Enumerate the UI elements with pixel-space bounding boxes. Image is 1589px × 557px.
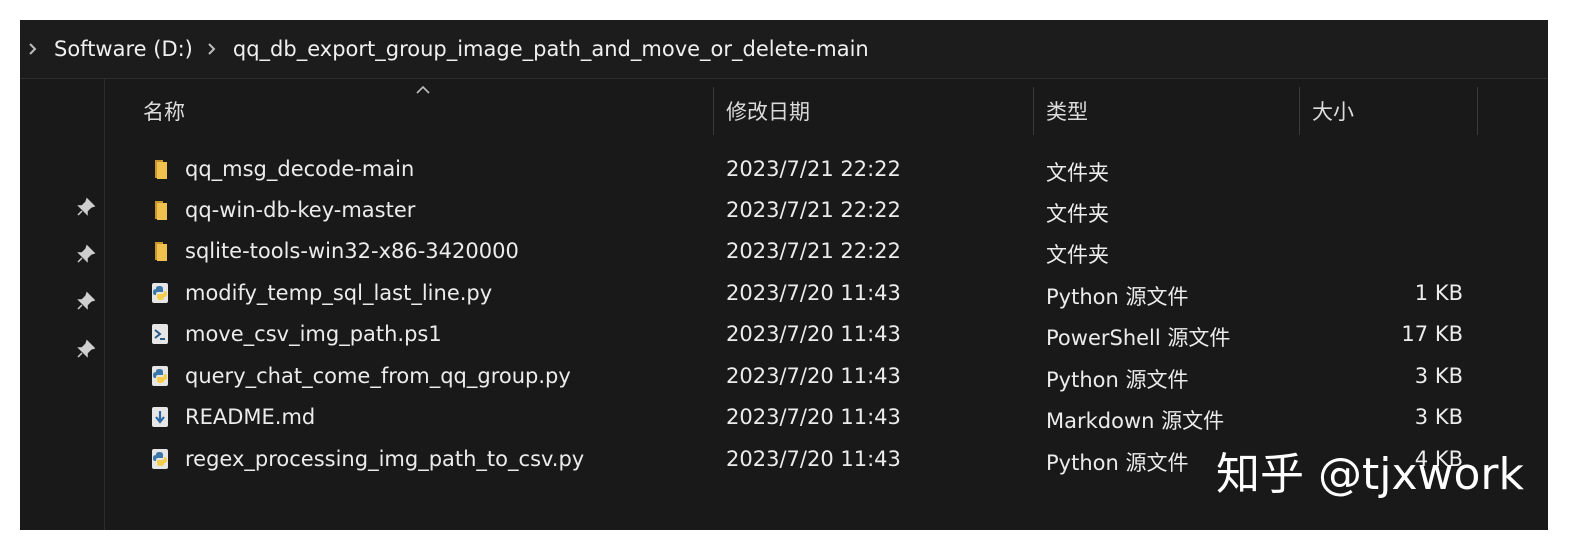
file-name: sqlite-tools-win32-x86-3420000 xyxy=(185,239,519,263)
chevron-right-icon[interactable] xyxy=(207,39,221,59)
file-row[interactable]: move_csv_img_path.ps1 2023/7/20 11:43 Po… xyxy=(105,314,1548,355)
file-type: Python 源文件 xyxy=(1046,368,1189,392)
column-header-row: 名称 修改日期 类型 大小 xyxy=(105,79,1548,137)
column-header-type[interactable]: 类型 xyxy=(1033,79,1299,137)
zhihu-watermark: 知乎 @tjxwork xyxy=(1216,449,1524,500)
folder-icon xyxy=(149,157,171,181)
file-type: 文件夹 xyxy=(1046,202,1109,226)
file-size: 3 KB xyxy=(1414,364,1463,388)
powershell-file-icon xyxy=(149,322,171,346)
file-row[interactable]: sqlite-tools-win32-x86-3420000 2023/7/21… xyxy=(105,231,1548,272)
file-type: 文件夹 xyxy=(1046,161,1109,185)
file-name: modify_temp_sql_last_line.py xyxy=(185,281,493,305)
file-name: qq-win-db-key-master xyxy=(185,198,416,222)
file-modified: 2023/7/20 11:43 xyxy=(726,405,901,429)
file-type: Python 源文件 xyxy=(1046,451,1189,475)
column-header-size[interactable]: 大小 xyxy=(1299,79,1477,137)
file-type: PowerShell 源文件 xyxy=(1046,326,1231,350)
folder-icon xyxy=(149,239,171,263)
file-type: Python 源文件 xyxy=(1046,285,1189,309)
file-modified: 2023/7/20 11:43 xyxy=(726,322,901,346)
column-divider[interactable] xyxy=(1477,87,1478,135)
pin-icon[interactable] xyxy=(76,244,96,264)
file-modified: 2023/7/20 11:43 xyxy=(726,281,901,305)
markdown-file-icon xyxy=(149,405,171,429)
column-header-name[interactable]: 名称 xyxy=(129,79,713,137)
file-modified: 2023/7/20 11:43 xyxy=(726,447,901,471)
navigation-pane xyxy=(20,79,105,530)
file-name: qq_msg_decode-main xyxy=(185,157,415,181)
file-name: query_chat_come_from_qq_group.py xyxy=(185,364,571,388)
file-explorer-window: Software (D:) qq_db_export_group_image_p… xyxy=(20,20,1548,530)
breadcrumb-folder[interactable]: qq_db_export_group_image_path_and_move_o… xyxy=(233,37,869,61)
chevron-right-icon[interactable] xyxy=(28,39,42,59)
file-name: move_csv_img_path.ps1 xyxy=(185,322,442,346)
file-name: regex_processing_img_path_to_csv.py xyxy=(185,447,585,471)
file-row[interactable]: qq_msg_decode-main 2023/7/21 22:22 文件夹 xyxy=(105,149,1548,190)
file-modified: 2023/7/21 22:22 xyxy=(726,198,901,222)
file-name: README.md xyxy=(185,405,316,429)
column-header-modified[interactable]: 修改日期 xyxy=(713,79,1033,137)
pin-icon[interactable] xyxy=(76,339,96,359)
file-size: 17 KB xyxy=(1401,322,1463,346)
file-row[interactable]: README.md 2023/7/20 11:43 Markdown 源文件 3… xyxy=(105,397,1548,438)
file-size: 1 KB xyxy=(1414,281,1463,305)
python-file-icon xyxy=(149,281,171,305)
python-file-icon xyxy=(149,364,171,388)
file-row[interactable]: qq-win-db-key-master 2023/7/21 22:22 文件夹 xyxy=(105,190,1548,231)
file-row[interactable]: modify_temp_sql_last_line.py 2023/7/20 1… xyxy=(105,273,1548,314)
folder-icon xyxy=(149,198,171,222)
file-type: Markdown 源文件 xyxy=(1046,409,1225,433)
python-file-icon xyxy=(149,447,171,471)
file-type: 文件夹 xyxy=(1046,243,1109,267)
file-modified: 2023/7/21 22:22 xyxy=(726,157,901,181)
file-modified: 2023/7/21 22:22 xyxy=(726,239,901,263)
pin-icon[interactable] xyxy=(76,197,96,217)
breadcrumb-drive[interactable]: Software (D:) xyxy=(54,37,193,61)
file-row[interactable]: query_chat_come_from_qq_group.py 2023/7/… xyxy=(105,356,1548,397)
file-modified: 2023/7/20 11:43 xyxy=(726,364,901,388)
file-size: 3 KB xyxy=(1414,405,1463,429)
pin-icon[interactable] xyxy=(76,291,96,311)
address-bar[interactable]: Software (D:) qq_db_export_group_image_p… xyxy=(20,20,1548,79)
